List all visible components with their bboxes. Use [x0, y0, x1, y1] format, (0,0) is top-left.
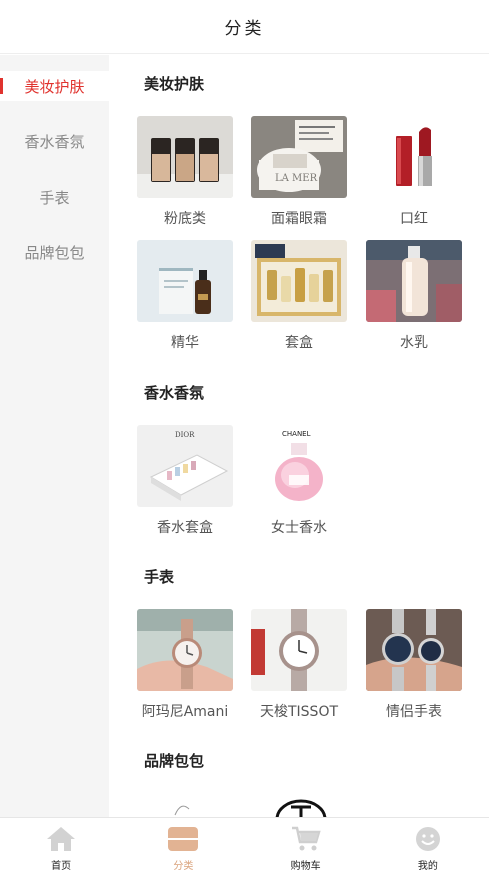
- product-image: DIOR: [137, 425, 233, 507]
- tab-label: 首页: [51, 861, 72, 872]
- category-tile-tissot-watch[interactable]: 天梭TISSOT: [251, 609, 347, 721]
- tab-cart[interactable]: 购物车: [245, 818, 367, 875]
- section-title: 品牌包包: [144, 752, 205, 770]
- category-tile-cream[interactable]: LA MER 面霜眼霜: [251, 116, 347, 228]
- tile-label: 精华: [171, 335, 199, 351]
- product-image: CHANEL: [251, 425, 347, 507]
- sidebar-item-label: 美妆护肤: [24, 77, 85, 96]
- product-image: LA MER: [251, 116, 347, 198]
- category-content: 美妆护肤 粉底类 LA MER 面霜眼霜 口红 精华 套盒 水乳 香水香氛 DI…: [109, 55, 489, 817]
- tile-label: 女士香水: [271, 520, 327, 536]
- sidebar-item-label: 手表: [39, 188, 70, 207]
- tab-label: 我的: [417, 861, 438, 872]
- home-icon: [46, 826, 76, 852]
- product-image: [137, 116, 233, 198]
- tab-label: 分类: [173, 861, 194, 872]
- category-tile-gift-box[interactable]: 套盒: [251, 240, 347, 352]
- sidebar-item-watches[interactable]: 手表: [0, 182, 109, 212]
- tile-label: 粉底类: [164, 211, 206, 227]
- bag-preview: [137, 793, 233, 817]
- brand-label-dior: DIOR: [175, 431, 195, 439]
- category-tile-couple-watches[interactable]: 情侣手表: [366, 609, 462, 721]
- active-indicator: [0, 78, 3, 94]
- tile-label: 情侣手表: [386, 704, 442, 720]
- product-image: [137, 240, 233, 322]
- tab-profile[interactable]: 我的: [367, 818, 489, 875]
- category-tile-womens-perfume[interactable]: CHANEL 女士香水: [251, 425, 347, 537]
- product-image: [366, 116, 462, 198]
- tab-label: 购物车: [290, 861, 321, 872]
- section-title: 手表: [144, 568, 175, 586]
- tab-category[interactable]: 分类: [122, 818, 244, 875]
- category-tile-essence[interactable]: 精华: [137, 240, 233, 352]
- category-tile-foundation[interactable]: 粉底类: [137, 116, 233, 228]
- tile-label: 水乳: [400, 335, 428, 351]
- tab-home[interactable]: 首页: [0, 818, 122, 875]
- sidebar-item-bags[interactable]: 品牌包包: [0, 237, 109, 267]
- sidebar-item-makeup-skincare[interactable]: 美妆护肤: [0, 71, 109, 101]
- smiley-icon: [413, 826, 443, 852]
- tile-label: 阿玛尼Amani: [141, 704, 229, 720]
- section-title: 香水香氛: [144, 384, 205, 402]
- sidebar-item-perfume[interactable]: 香水香氛: [0, 126, 109, 156]
- sidebar-item-label: 品牌包包: [24, 243, 85, 262]
- tile-label: 天梭TISSOT: [259, 704, 339, 720]
- product-image: [251, 609, 347, 691]
- product-image: [366, 240, 462, 322]
- category-tile-armani-watch[interactable]: 阿玛尼Amani: [137, 609, 233, 721]
- tile-label: 面霜眼霜: [271, 211, 327, 227]
- cart-icon: [291, 826, 321, 852]
- product-image: [251, 240, 347, 322]
- page-title: 分类: [224, 19, 265, 39]
- header: 分类: [0, 0, 489, 54]
- category-tile-perfume-set[interactable]: DIOR 香水套盒: [137, 425, 233, 537]
- product-image: [366, 609, 462, 691]
- product-label-lamer: LA MER: [275, 173, 318, 184]
- category-icon: [168, 826, 199, 852]
- tile-label: 口红: [400, 211, 428, 227]
- sidebar-item-label: 香水香氛: [24, 132, 85, 151]
- product-image: [137, 609, 233, 691]
- section-title: 美妆护肤: [144, 75, 205, 93]
- tile-label: 套盒: [285, 335, 313, 351]
- category-tile-lotion[interactable]: 水乳: [366, 240, 462, 352]
- brand-logo-preview: [251, 793, 347, 817]
- brand-label-chanel: CHANEL: [282, 430, 311, 438]
- bottom-tab-bar: 首页 分类 购物车 我的: [0, 817, 489, 875]
- category-sidebar: 美妆护肤 香水香氛 手表 品牌包包: [0, 55, 109, 817]
- tile-label: 香水套盒: [157, 520, 213, 536]
- category-tile-lipstick[interactable]: 口红: [366, 116, 462, 228]
